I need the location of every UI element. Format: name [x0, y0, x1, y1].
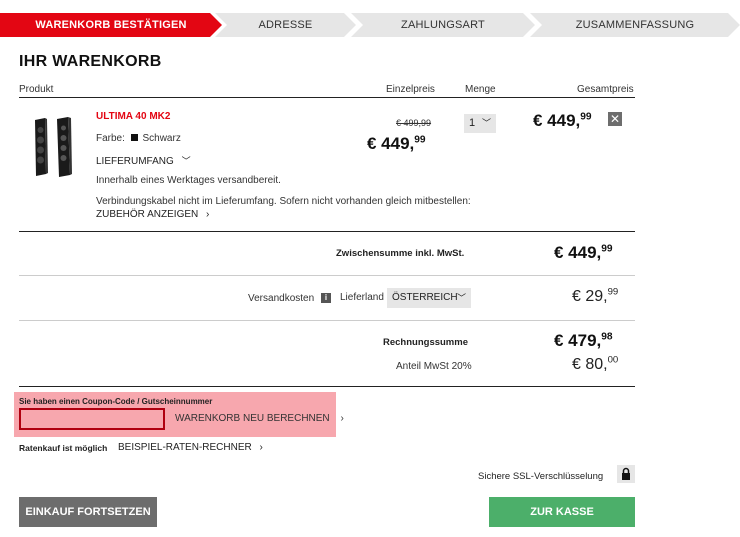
chevron-down-icon: ﹀ — [181, 156, 191, 166]
column-product: Produkt — [19, 84, 54, 95]
cable-note: Verbindungskabel nicht im Lieferumfang. … — [96, 196, 471, 207]
continue-shopping-button[interactable]: EINKAUF FORTSETZEN — [19, 497, 157, 527]
shipping-label: Versandkosten — [248, 293, 315, 304]
column-quantity: Menge — [465, 84, 496, 95]
checkout-button[interactable]: ZUR KASSE — [489, 497, 635, 527]
coupon-input[interactable] — [19, 408, 165, 430]
shipping-cents: 99 — [607, 286, 619, 298]
recalculate-label: WARENKORB NEU BERECHNEN — [175, 413, 330, 424]
old-price: € 499,99 — [396, 118, 432, 128]
chevron-right-icon: › — [206, 209, 210, 220]
color-label: Farbe: — [96, 133, 125, 144]
vat-label: Anteil MwSt 20% — [396, 361, 472, 372]
unit-price-main: € 449, — [367, 134, 415, 153]
chevron-right-icon: › — [259, 442, 263, 453]
step-payment[interactable]: ZAHLUNGSART — [351, 13, 535, 37]
subtotal-main: € 449, — [554, 243, 602, 262]
coupon-label: Sie haben einen Coupon-Code / Gutscheinn… — [19, 397, 213, 406]
quantity-select[interactable]: 1 ﹀ — [464, 114, 496, 133]
step-cart[interactable]: WARENKORB BESTÄTIGEN — [0, 13, 222, 37]
product-image — [35, 117, 72, 177]
accessories-link[interactable]: ZUBEHÖR ANZEIGEN › — [96, 209, 209, 220]
shipping-costs: Versandkosten i — [248, 293, 331, 304]
step-summary[interactable]: ZUSAMMENFASSUNG — [530, 13, 740, 37]
product-color: Farbe: Schwarz — [96, 133, 181, 144]
country-value: ÖSTERREICH — [392, 292, 458, 303]
invoice-total-main: € 479, — [554, 331, 602, 350]
page-title: IHR WARENKORB — [19, 53, 162, 70]
vat-main: € 80, — [572, 356, 608, 373]
header-divider — [19, 97, 635, 98]
unit-price-cents: 99 — [414, 134, 426, 146]
subtotal-value: € 449,99 — [554, 243, 613, 263]
installment-link-label: BEISPIEL-RATEN-RECHNER — [118, 442, 252, 453]
column-unit-price: Einzelpreis — [386, 84, 435, 95]
invoice-total-label: Rechnungssumme — [383, 337, 468, 348]
subtotal-divider — [19, 275, 635, 276]
accessories-label: ZUBEHÖR ANZEIGEN — [96, 209, 199, 220]
color-swatch-icon — [130, 134, 138, 141]
chevron-down-icon: ﹀ — [481, 118, 491, 128]
country-select[interactable]: ÖSTERREICH ﹀ — [387, 288, 471, 308]
shipping-value: € 29,99 — [572, 286, 619, 306]
invoice-total-value: € 479,98 — [554, 331, 613, 351]
country-label: Lieferland — [340, 292, 384, 303]
product-name-link[interactable]: ULTIMA 40 MK2 — [96, 111, 170, 122]
quantity-value: 1 — [469, 117, 476, 129]
chevron-right-icon: › — [340, 413, 344, 424]
column-total: Gesamtpreis — [577, 84, 634, 95]
color-value: Schwarz — [142, 133, 181, 144]
line-total-main: € 449, — [533, 111, 581, 130]
shipping-main: € 29, — [572, 288, 608, 305]
subtotal-label: Zwischensumme inkl. MwSt. — [336, 248, 465, 259]
total-divider — [19, 386, 635, 387]
invoice-total-cents: 98 — [601, 331, 613, 343]
line-total: € 449,99 — [533, 111, 592, 131]
info-icon[interactable]: i — [320, 293, 331, 304]
remove-item-close-icon[interactable]: ✕ — [608, 112, 622, 126]
subtotal-cents: 99 — [601, 243, 613, 255]
vat-cents: 00 — [607, 354, 619, 366]
ssl-label: Sichere SSL-Verschlüsselung — [478, 471, 604, 482]
delivery-scope-label: LIEFERUMFANG — [96, 156, 174, 167]
line-total-cents: 99 — [580, 111, 592, 123]
lock-icon — [617, 465, 635, 483]
unit-price: € 449,99 — [367, 134, 426, 154]
recalculate-cart-button[interactable]: WARENKORB NEU BERECHNEN › — [175, 413, 344, 424]
installment-label: Ratenkauf ist möglich — [19, 443, 108, 453]
vat-value: € 80,00 — [572, 354, 619, 374]
chevron-down-icon: ﹀ — [456, 293, 466, 303]
shipping-divider — [19, 320, 635, 321]
checkout-stepper: WARENKORB BESTÄTIGEN ADRESSE ZAHLUNGSART… — [0, 13, 740, 37]
step-address[interactable]: ADRESSE — [215, 13, 356, 37]
installment-calculator-link[interactable]: BEISPIEL-RATEN-RECHNER › — [118, 442, 263, 453]
item-divider — [19, 231, 635, 232]
shipping-note: Innerhalb eines Werktages versandbereit. — [96, 175, 281, 186]
delivery-scope-toggle[interactable]: LIEFERUMFANG ﹀ — [96, 154, 191, 167]
